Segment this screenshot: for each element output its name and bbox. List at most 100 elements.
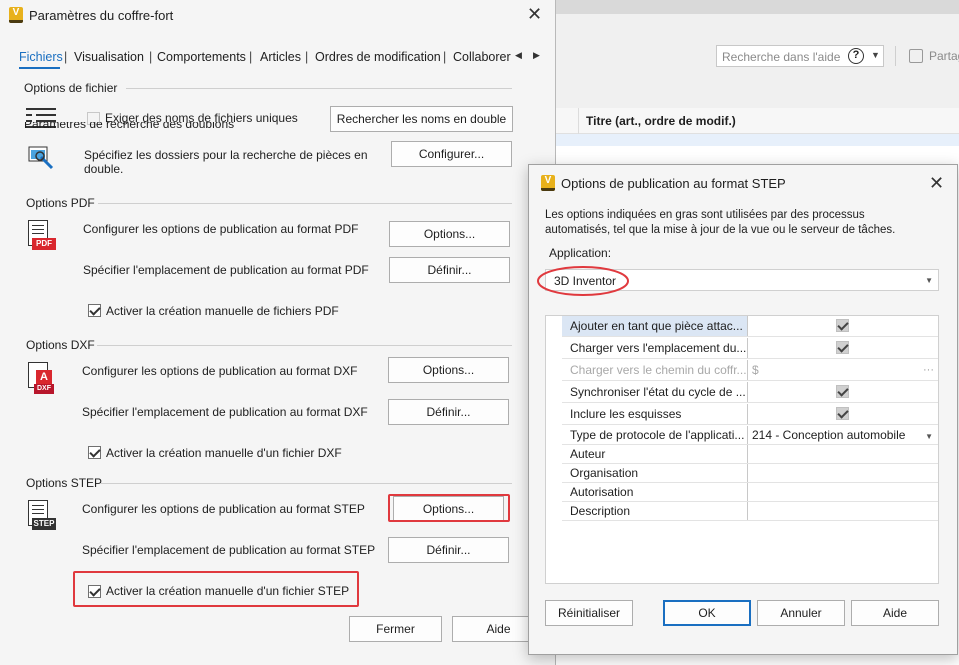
property-value[interactable] [748,464,938,484]
property-checkbox[interactable] [836,385,849,398]
table-row[interactable]: Inclure les esquisses [546,404,938,425]
duplicate-folders-text-line1: Spécifiez les dossiers pour la recherche… [84,148,368,162]
pdf-define-button[interactable]: Définir... [389,257,510,283]
table-row[interactable]: Type de protocole de l'applicati... 214 … [546,426,938,447]
step-location-text: Spécifier l'emplacement de publication a… [82,543,376,557]
property-grid: Ajouter en tant que pièce attac... Charg… [545,315,939,584]
dxf-options-group-label: Options DXF [26,338,95,352]
step-document-icon: STEP [26,500,56,532]
share-icon[interactable] [909,49,923,63]
column-header-title[interactable]: Titre (art., ordre de modif.) [586,114,736,128]
property-checkbox[interactable] [836,407,849,420]
dxf-define-button[interactable]: Définir... [388,399,509,425]
group-divider [98,203,512,204]
chevron-down-icon[interactable]: ▼ [925,428,933,444]
table-row[interactable]: Auteur [546,445,938,466]
pdf-configure-text: Configurer les options de publication au… [83,222,359,236]
vault-app-icon: V [541,175,555,191]
column-divider[interactable] [578,108,579,134]
configure-duplicates-button[interactable]: Configurer... [391,141,512,167]
vault-app-icon: V [9,7,23,23]
tab-separator: | [64,50,68,64]
property-checkbox[interactable] [836,341,849,354]
pdf-document-icon: PDF [26,220,56,252]
table-row[interactable]: Synchroniser l'état du cycle de ... [546,382,938,403]
grid-header: Titre (art., ordre de modif.) [556,108,959,134]
step-dialog-title: Options de publication au format STEP [561,176,786,191]
property-value[interactable] [748,483,938,503]
property-name: Charger vers l'emplacement du... [562,338,748,358]
ellipsis-icon[interactable]: ··· [923,360,934,380]
help-button[interactable]: Aide [851,600,939,626]
dxf-configure-text: Configurer les options de publication au… [82,364,358,378]
table-row[interactable]: Charger vers l'emplacement du... [546,338,938,359]
property-value[interactable] [748,502,938,522]
pdf-location-text: Spécifier l'emplacement de publication a… [83,263,369,277]
property-checkbox[interactable] [836,319,849,332]
chevron-right-icon[interactable]: ▶ [533,50,540,61]
pdf-options-button[interactable]: Options... [389,221,510,247]
close-icon[interactable]: ✕ [929,175,944,193]
dialog-title: Paramètres du coffre-fort [29,8,174,23]
step-dialog-titlebar[interactable]: V Options de publication au format STEP … [529,165,957,201]
dxf-options-button[interactable]: Options... [388,357,509,383]
chevron-down-icon[interactable]: ▼ [925,276,933,285]
step-manual-checkbox[interactable] [88,585,101,598]
dxf-manual-label: Activer la création manuelle d'un fichie… [106,446,342,460]
tab-articles[interactable]: Articles [260,50,301,64]
duplicate-search-settings-label: Paramètres de recherche des doublons [24,122,235,130]
property-name: Charger vers le chemin du coffr... [562,360,748,380]
table-row[interactable]: Ajouter en tant que pièce attac... [546,316,938,337]
table-row[interactable]: Organisation [546,464,938,485]
tab-visualisation[interactable]: Visualisation [74,50,144,64]
chevron-left-icon[interactable]: ◀ [515,50,522,61]
group-divider [97,345,512,346]
group-divider [100,483,512,484]
application-label: Application: [549,246,612,260]
step-configure-text: Configurer les options de publication au… [82,502,365,516]
help-search-input[interactable]: Recherche dans l'aide ? ▼ [716,45,884,67]
dialog-titlebar[interactable]: V Paramètres du coffre-fort ✕ [0,0,555,32]
table-row[interactable]: Charger vers le chemin du coffr... $ ··· [546,360,938,381]
step-options-group-label: Options STEP [26,476,103,490]
tab-ordres-de-modification[interactable]: Ordres de modification [315,50,441,64]
tab-collaborer[interactable]: Collaborer [453,50,511,64]
reset-button[interactable]: Réinitialiser [545,600,633,626]
info-text-line2: automatisés, tel que la mise à jour de l… [545,224,896,236]
pdf-options-group-label: Options PDF [26,196,95,210]
chevron-down-icon[interactable]: ▼ [871,50,880,60]
table-row[interactable]: Autorisation [546,483,938,504]
question-circle-icon[interactable]: ? [848,48,864,64]
ok-button[interactable]: OK [663,600,751,626]
find-duplicates-button[interactable]: Rechercher les noms en double [330,106,513,132]
pdf-manual-checkbox[interactable] [88,304,101,317]
property-value[interactable] [748,445,938,465]
help-search-placeholder: Recherche dans l'aide [722,50,841,64]
step-define-button[interactable]: Définir... [388,537,509,563]
property-name: Organisation [562,464,748,482]
active-tab-indicator [19,67,60,69]
property-name: Inclure les esquisses [562,404,748,424]
tab-comportements[interactable]: Comportements [157,50,246,64]
file-options-group-label: Options de fichier [24,81,118,95]
vault-settings-dialog: V Paramètres du coffre-fort ✕ Fichiers |… [0,0,556,665]
info-text-line1: Les options indiquées en gras sont utili… [545,209,865,221]
tab-fichiers[interactable]: Fichiers [19,50,63,64]
dxf-manual-checkbox[interactable] [88,446,101,459]
property-name: Description [562,502,748,520]
folder-search-icon [28,144,56,170]
property-name: Autorisation [562,483,748,501]
property-value: $ [752,363,759,377]
tab-separator: | [249,50,253,64]
close-button[interactable]: Fermer [349,616,442,642]
property-name: Ajouter en tant que pièce attac... [562,316,748,336]
step-options-button[interactable]: Options... [393,496,504,522]
property-name: Synchroniser l'état du cycle de ... [562,382,748,402]
table-row[interactable] [556,134,959,146]
share-button[interactable]: Partager [929,49,959,63]
close-icon[interactable]: ✕ [527,6,542,24]
property-name: Type de protocole de l'applicati... [562,426,748,444]
table-row[interactable]: Description [546,502,938,523]
property-value[interactable]: 214 - Conception automobile [752,428,905,442]
cancel-button[interactable]: Annuler [757,600,845,626]
